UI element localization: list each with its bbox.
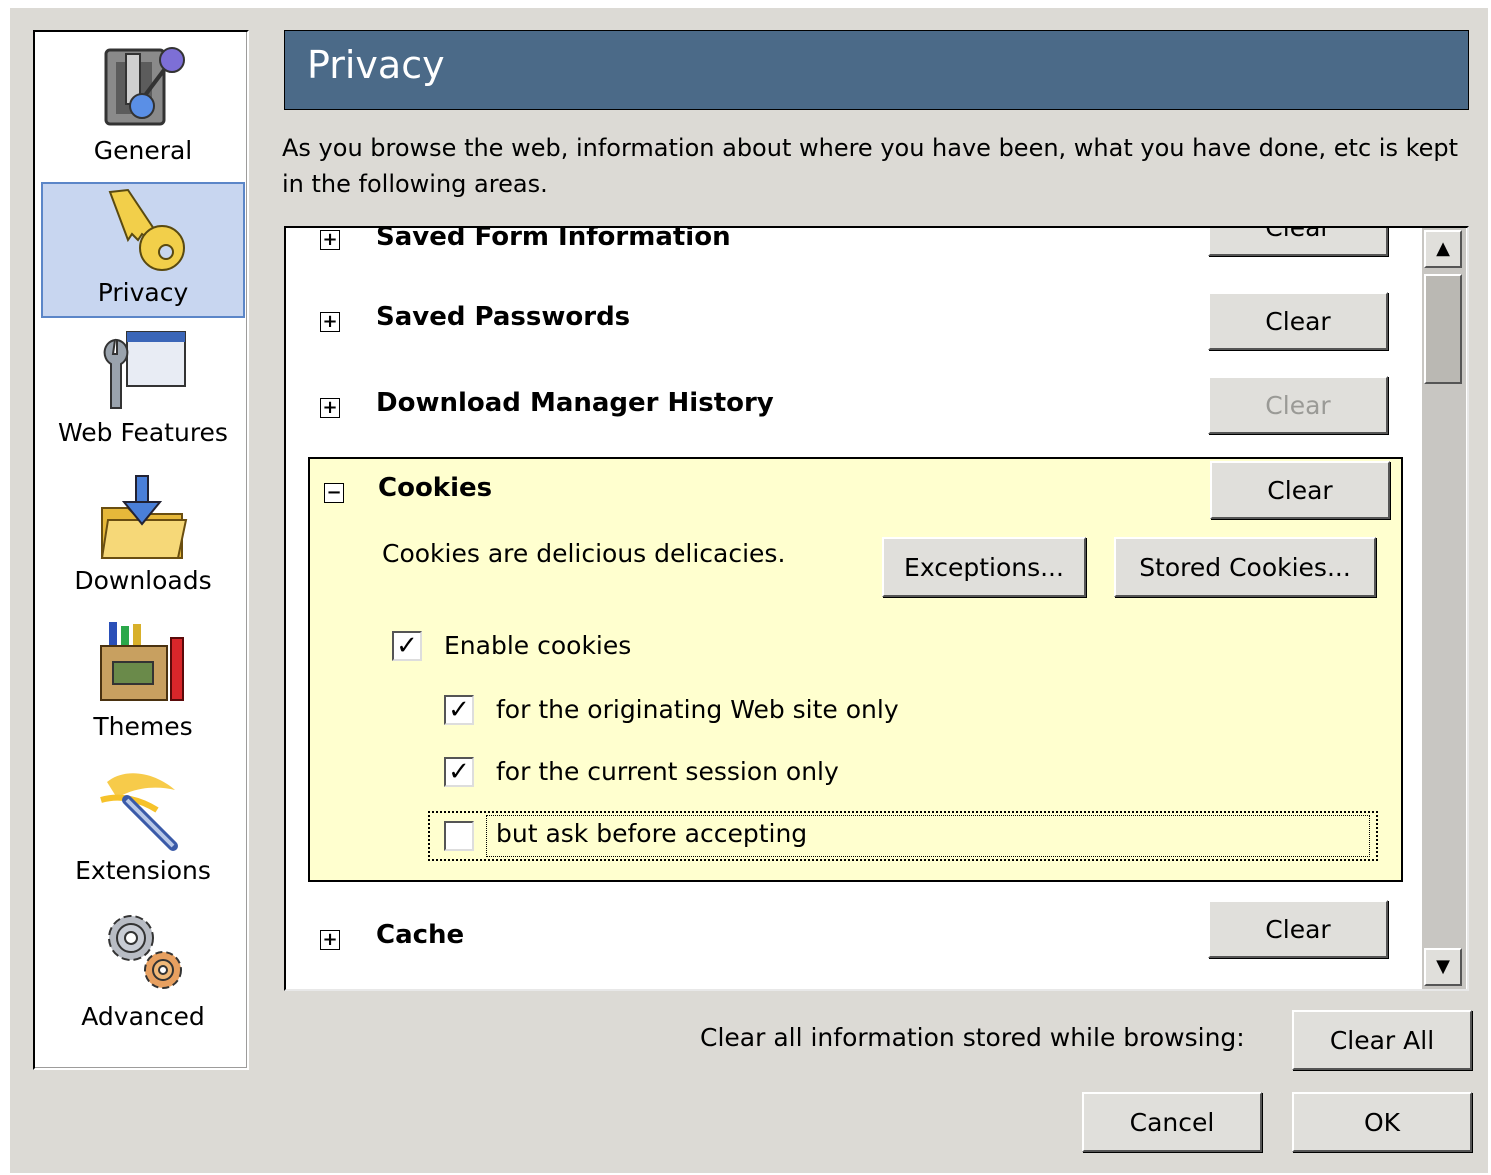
clear-passwords-button[interactable]: Clear	[1208, 292, 1388, 350]
sidebar-item-themes[interactable]: Themes	[41, 618, 245, 748]
sidebar-item-label: Downloads	[74, 566, 212, 595]
clear-cookies-button[interactable]: Clear	[1210, 461, 1390, 519]
cookies-description: Cookies are delicious delicacies.	[382, 539, 786, 568]
sidebar-item-extensions[interactable]: Extensions	[41, 764, 245, 894]
clear-form-info-button[interactable]: Clear	[1208, 228, 1388, 256]
clear-all-description: Clear all information stored while brows…	[700, 1023, 1245, 1052]
ok-button[interactable]: OK	[1292, 1092, 1472, 1152]
cancel-button[interactable]: Cancel	[1082, 1092, 1262, 1152]
list-item-saved-passwords: + Saved Passwords Clear	[286, 292, 1419, 376]
originating-site-label: for the originating Web site only	[496, 695, 899, 724]
originating-site-checkbox[interactable]: ✓	[444, 695, 474, 725]
sidebar-item-label: Themes	[93, 712, 193, 741]
list-item-saved-form-information: + Saved Form Information Clear	[286, 226, 1419, 282]
sidebar-item-label: Extensions	[75, 856, 211, 885]
list-item-cache: + Cache Clear	[286, 900, 1419, 984]
expand-toggle[interactable]: +	[320, 312, 340, 332]
preferences-window: General Privacy Web Features Downloads T…	[10, 8, 1488, 1173]
gears-icon	[108, 915, 182, 989]
scroll-up-icon[interactable]: ▲	[1424, 230, 1462, 268]
expand-toggle[interactable]: +	[320, 230, 340, 250]
expand-toggle[interactable]: +	[320, 398, 340, 418]
crayon-box-icon	[100, 622, 184, 701]
row-title: Cache	[376, 920, 465, 950]
wrench-window-icon	[103, 331, 186, 409]
session-only-label: for the current session only	[496, 757, 839, 786]
row-title: Download Manager History	[376, 388, 774, 418]
session-only-checkbox[interactable]: ✓	[444, 757, 474, 787]
magic-wand-icon	[100, 773, 178, 851]
row-title: Cookies	[378, 473, 493, 503]
enable-cookies-label: Enable cookies	[444, 631, 632, 660]
privacy-items-list[interactable]: + Saved Form Information Clear + Saved P…	[284, 226, 1469, 991]
scroll-down-icon[interactable]: ▼	[1424, 948, 1462, 986]
row-title: Saved Form Information	[376, 226, 731, 252]
sidebar-item-advanced[interactable]: Advanced	[41, 908, 245, 1038]
privacy-description: As you browse the web, information about…	[282, 134, 1459, 198]
exceptions-button[interactable]: Exceptions...	[882, 537, 1086, 597]
list-item-cookies: − Cookies Clear Cookies are delicious de…	[308, 457, 1403, 882]
sidebar-item-label: Privacy	[97, 278, 189, 307]
general-switch-icon	[104, 47, 185, 126]
stored-cookies-button[interactable]: Stored Cookies...	[1114, 537, 1376, 597]
collapse-toggle[interactable]: −	[324, 483, 344, 503]
sidebar-item-downloads[interactable]: Downloads	[41, 474, 245, 604]
clear-cache-button[interactable]: Clear	[1208, 900, 1388, 958]
sidebar-item-privacy[interactable]: Privacy	[41, 182, 245, 318]
enable-cookies-checkbox[interactable]: ✓	[392, 631, 422, 661]
key-icon	[108, 188, 185, 271]
page-title: Privacy	[284, 30, 1469, 110]
download-folder-icon	[100, 475, 188, 559]
row-title: Saved Passwords	[376, 302, 631, 332]
sidebar-item-label: Advanced	[81, 1002, 205, 1031]
ask-before-accepting-checkbox[interactable]	[444, 821, 474, 851]
clear-all-button[interactable]: Clear All	[1292, 1010, 1472, 1070]
clear-download-history-button[interactable]: Clear	[1208, 376, 1388, 434]
category-sidebar: General Privacy Web Features Downloads T…	[33, 30, 249, 1070]
sidebar-item-label: Web Features	[58, 418, 228, 447]
sidebar-item-label: General	[93, 136, 193, 165]
list-scrollbar[interactable]: ▲ ▼	[1422, 228, 1466, 989]
scroll-thumb[interactable]	[1424, 274, 1462, 384]
list-item-download-history: + Download Manager History Clear	[286, 376, 1419, 460]
expand-toggle[interactable]: +	[320, 930, 340, 950]
sidebar-item-web-features[interactable]: Web Features	[41, 328, 245, 458]
sidebar-item-general[interactable]: General	[41, 40, 245, 182]
ask-before-accepting-label: but ask before accepting	[496, 819, 808, 848]
